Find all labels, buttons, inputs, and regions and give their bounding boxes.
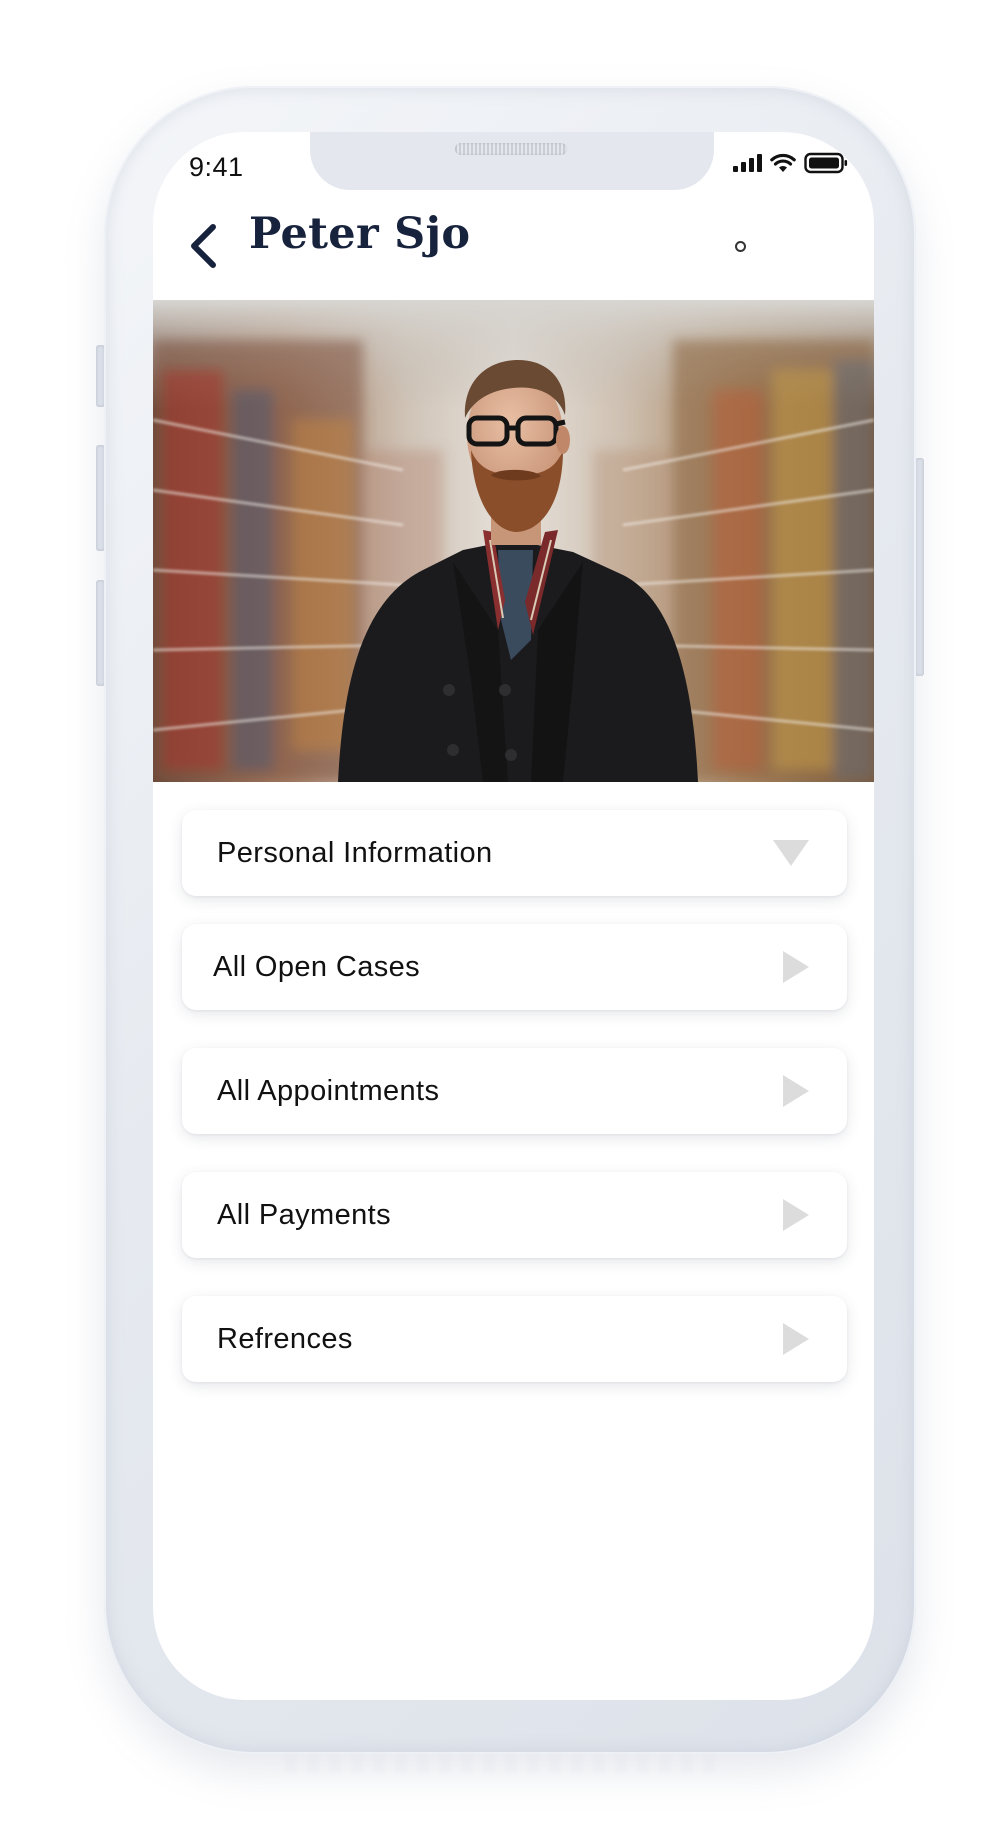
- triangle-right-icon[interactable]: [781, 1197, 811, 1233]
- page-title: Peter Sjo: [249, 209, 471, 259]
- menu-item-personal-information[interactable]: Personal Information: [182, 810, 847, 896]
- menu-item-refrences[interactable]: Refrences: [182, 1296, 847, 1382]
- menu-item-label: All Payments: [217, 1198, 392, 1231]
- status-icons: [733, 152, 848, 174]
- triangle-right-icon[interactable]: [781, 949, 811, 985]
- profile-photo: [153, 300, 874, 782]
- menu-item-label: All Open Cases: [213, 950, 421, 983]
- phone-reflection: [285, 1753, 725, 1773]
- menu-item-label: All Appointments: [217, 1074, 440, 1107]
- menu-item-label: Personal Information: [217, 836, 493, 869]
- chevron-left-icon: [191, 224, 216, 268]
- cellular-signal-icon: [733, 154, 762, 172]
- triangle-right-icon[interactable]: [781, 1073, 811, 1109]
- small-circle-icon: [735, 241, 746, 252]
- stage: 9:41 Peter Sjo Personal Information All …: [0, 0, 1000, 1833]
- wifi-icon: [770, 153, 796, 172]
- menu-item-all-payments[interactable]: All Payments: [182, 1172, 847, 1258]
- menu-item-label: Refrences: [217, 1322, 353, 1355]
- top-header: Peter Sjo: [153, 207, 874, 307]
- notch: [310, 132, 714, 190]
- power-button: [915, 458, 924, 676]
- speaker-grille: [455, 143, 567, 155]
- menu-item-all-appointments[interactable]: All Appointments: [182, 1048, 847, 1134]
- triangle-down-icon[interactable]: [771, 838, 811, 868]
- menu-item-all-open-cases[interactable]: All Open Cases: [182, 924, 847, 1010]
- triangle-right-icon[interactable]: [781, 1321, 811, 1357]
- status-time: 9:41: [189, 152, 244, 182]
- profile-photo-image: [153, 300, 874, 782]
- profile-menu: Personal Information All Open Cases All …: [182, 810, 847, 1420]
- phone-screen: 9:41 Peter Sjo Personal Information All …: [153, 132, 874, 1700]
- battery-icon: [804, 152, 848, 174]
- back-button[interactable]: [181, 217, 225, 275]
